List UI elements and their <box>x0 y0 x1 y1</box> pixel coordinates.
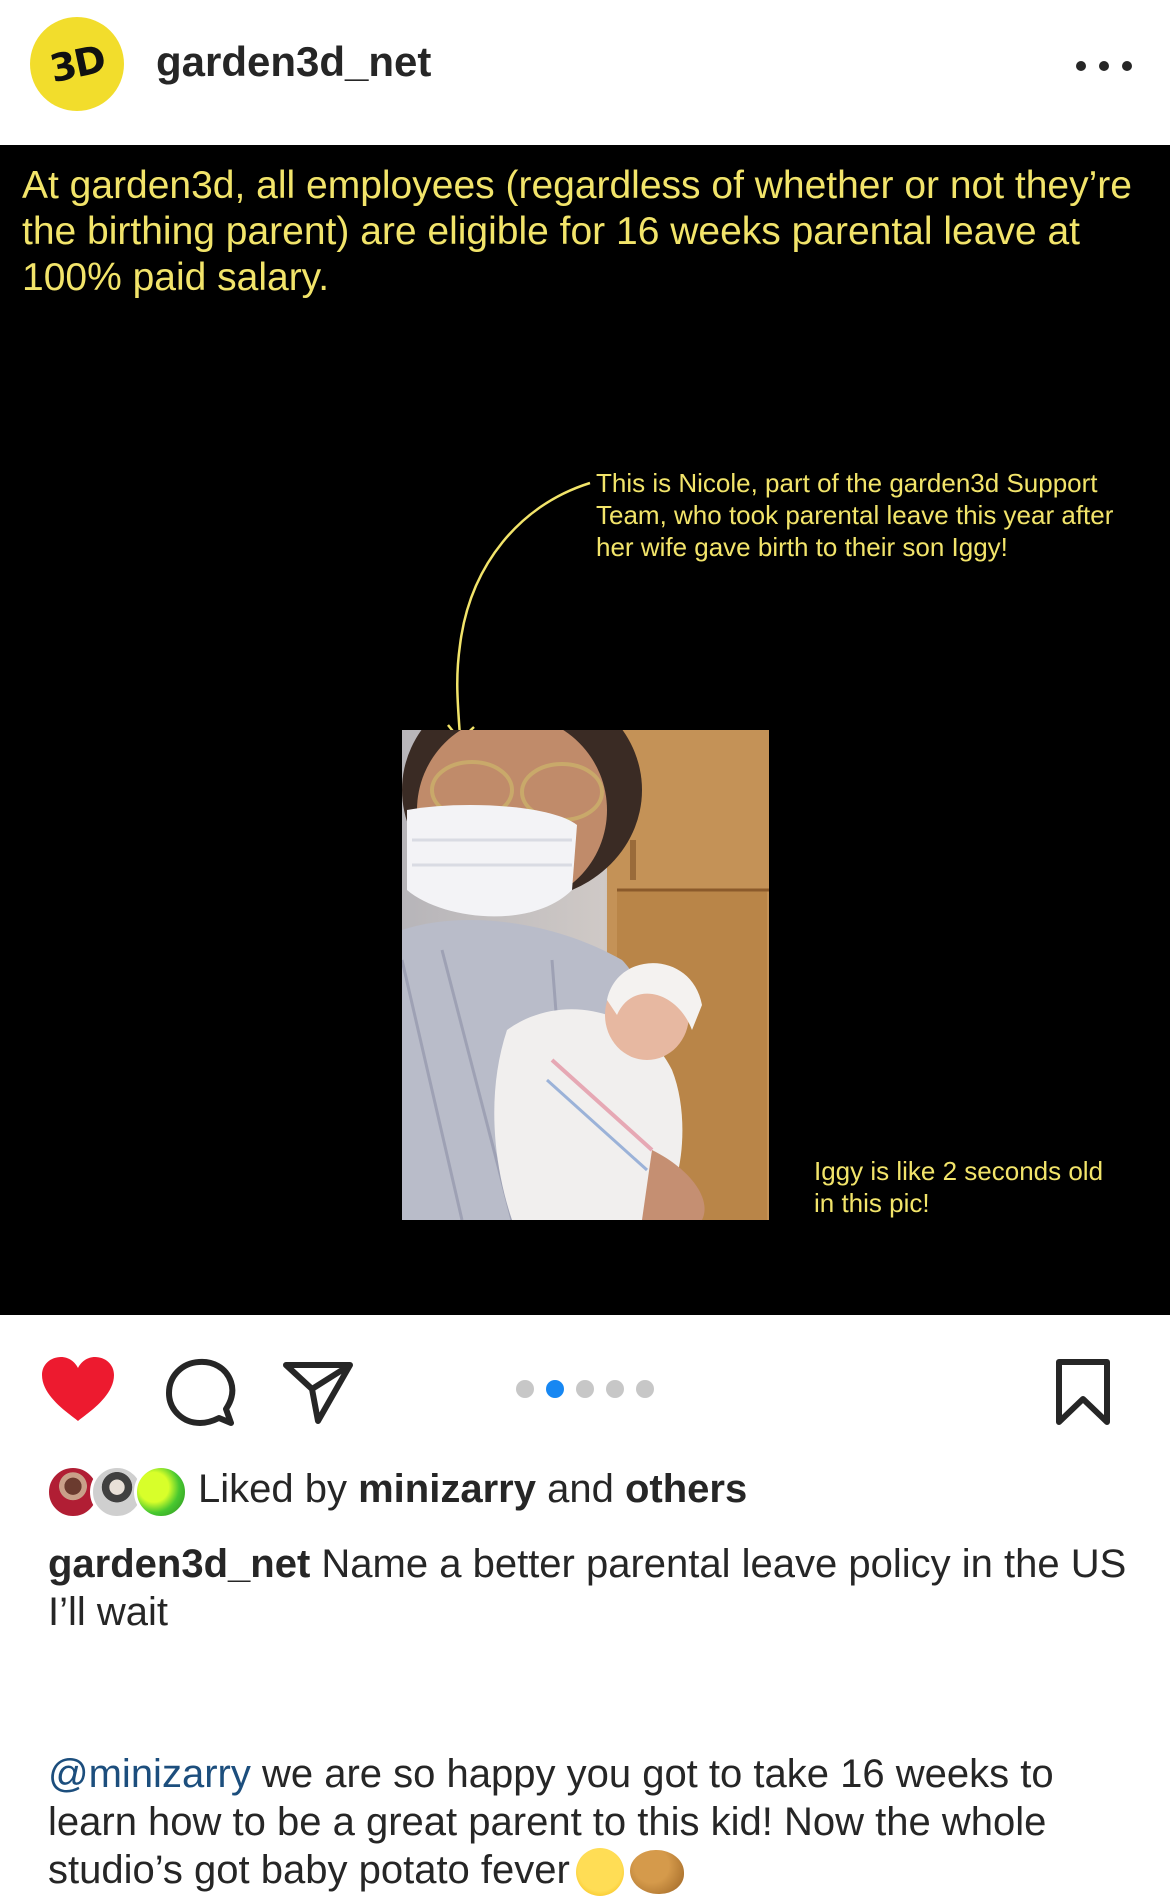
carousel-dot <box>516 1380 534 1398</box>
likes-middle: and <box>535 1467 625 1511</box>
post-headline: At garden3d, all employees (regardless o… <box>22 164 1132 299</box>
nicole-and-baby-photo <box>402 730 769 1220</box>
avatar[interactable]: 3D <box>30 17 124 111</box>
likes-others-link[interactable]: others <box>625 1467 747 1511</box>
likes-summary: Liked by minizarry and others <box>198 1467 747 1512</box>
potato-emoji <box>629 1850 684 1895</box>
likes-prefix: Liked by <box>198 1467 359 1511</box>
heart-filled-icon[interactable] <box>40 1355 116 1423</box>
post-caption: garden3d_net Name a better parental leav… <box>48 1540 1128 1636</box>
carousel-dot <box>636 1380 654 1398</box>
caption-comment: @minizarry we are so happy you got to ta… <box>48 1750 1128 1897</box>
caption-text: Name a better parental leave policy in t… <box>310 1542 1127 1586</box>
nicole-annotation: This is Nicole, part of the garden3d Sup… <box>596 468 1114 562</box>
carousel-dot <box>576 1380 594 1398</box>
carousel-dot-active <box>546 1380 564 1398</box>
avatar <box>134 1465 188 1519</box>
speech-bubble-icon[interactable] <box>164 1357 236 1429</box>
avatar-logo-text: 3D <box>46 36 108 92</box>
sweat-smile-emoji <box>575 1848 624 1897</box>
post-image[interactable]: At garden3d, all employees (regardless o… <box>0 145 1170 1315</box>
post-username[interactable]: garden3d_net <box>156 38 431 86</box>
likes-row[interactable]: Liked by minizarry and others <box>46 1463 1146 1521</box>
action-bar <box>0 1315 1170 1445</box>
more-options-icon[interactable] <box>1076 46 1132 86</box>
iggy-annotation: Iggy is like 2 seconds old in this pic! <box>814 1156 1104 1218</box>
carousel-indicator <box>516 1380 654 1398</box>
paper-plane-icon[interactable] <box>282 1359 354 1425</box>
liker-avatars <box>46 1465 188 1519</box>
bookmark-icon[interactable] <box>1054 1357 1112 1427</box>
carousel-dot <box>606 1380 624 1398</box>
curved-arrow-icon <box>447 481 591 742</box>
caption-line2: I’ll wait <box>48 1590 169 1634</box>
liker-username[interactable]: minizarry <box>358 1467 536 1511</box>
post-header: 3D garden3d_net <box>0 0 1170 145</box>
mention-link[interactable]: @minizarry <box>48 1752 251 1796</box>
caption-username[interactable]: garden3d_net <box>48 1542 310 1586</box>
